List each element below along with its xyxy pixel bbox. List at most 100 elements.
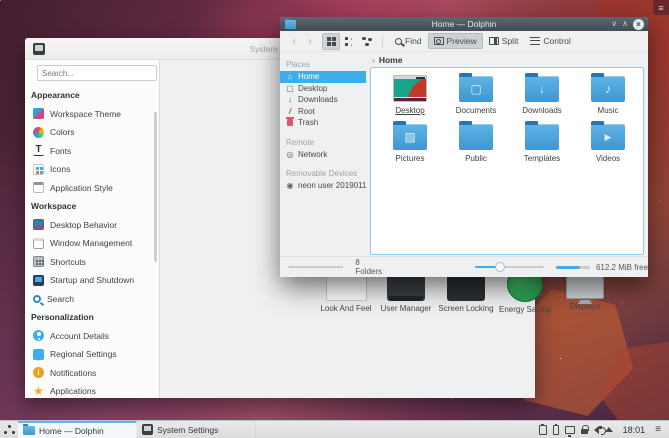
free-space-label: 612.2 MiB free bbox=[595, 262, 649, 272]
capacity-bar-fill bbox=[556, 265, 581, 269]
lock-icon[interactable] bbox=[580, 425, 589, 434]
statusbar-progress-track bbox=[288, 266, 344, 268]
folder-count: 8 Folders bbox=[355, 258, 383, 276]
removable-devices-header: Removable Devices bbox=[286, 169, 358, 178]
taskbar-item-system-settings[interactable]: System Settings bbox=[137, 421, 256, 438]
panel-settings-icon[interactable]: ≡ bbox=[655, 424, 664, 435]
root-icon: / bbox=[288, 106, 292, 116]
window-management-icon bbox=[33, 237, 44, 249]
places-item-root[interactable]: / Root bbox=[280, 106, 366, 118]
system-settings-app-icon bbox=[33, 42, 45, 55]
toolbar-separator bbox=[382, 34, 383, 48]
control-menu-icon bbox=[530, 37, 541, 45]
places-item-trash[interactable]: Trash bbox=[280, 117, 366, 129]
folder-videos[interactable]: ▶ Videos bbox=[577, 120, 639, 163]
folder-view[interactable]: Desktop ▢ Documents ↓ Downloads ♪ Music … bbox=[370, 67, 644, 255]
system-settings-sidebar: Appearance Workspace Theme Colors T Font… bbox=[25, 60, 160, 398]
account-details-icon bbox=[33, 330, 44, 342]
taskbar-item-dolphin[interactable]: Home — Dolphin bbox=[18, 421, 137, 438]
preview-icon bbox=[433, 37, 444, 45]
sidebar-item-shortcuts[interactable]: Shortcuts bbox=[25, 253, 159, 272]
taskbar: Home — Dolphin System Settings 18:01 ≡ bbox=[0, 420, 669, 438]
sidebar-item-icons[interactable]: Icons bbox=[25, 160, 159, 179]
control-button[interactable]: Control bbox=[524, 33, 576, 49]
folder-downloads[interactable]: ↓ Downloads bbox=[511, 72, 573, 115]
icons-icon bbox=[33, 163, 44, 175]
network-icon: ◎ bbox=[286, 149, 294, 159]
split-button[interactable]: Split bbox=[483, 33, 525, 49]
folder-desktop[interactable]: Desktop bbox=[379, 72, 441, 115]
clock[interactable]: 18:01 bbox=[619, 425, 650, 435]
app-launcher-button[interactable] bbox=[0, 421, 18, 438]
display-icon[interactable] bbox=[564, 425, 575, 437]
maximize-button[interactable]: ∧ bbox=[622, 19, 628, 29]
disc-icon: ◉ bbox=[286, 181, 294, 191]
view-details-button[interactable] bbox=[340, 33, 358, 50]
sidebar-item-fonts[interactable]: T Fonts bbox=[25, 142, 159, 161]
tray-expand-icon[interactable] bbox=[604, 427, 613, 432]
find-button[interactable]: Find bbox=[389, 33, 428, 49]
close-button[interactable]: × bbox=[633, 18, 644, 30]
videos-folder-icon: ▶ bbox=[591, 121, 625, 150]
volume-icon[interactable] bbox=[593, 425, 606, 435]
view-tree-button[interactable] bbox=[358, 33, 376, 50]
sidebar-item-workspace-theme[interactable]: Workspace Theme bbox=[25, 105, 159, 124]
battery-icon[interactable] bbox=[552, 423, 559, 435]
dolphin-task-icon bbox=[23, 424, 35, 435]
folder-public[interactable]: Public bbox=[445, 120, 507, 163]
documents-folder-icon: ▢ bbox=[459, 73, 493, 102]
section-header-appearance: Appearance bbox=[31, 90, 80, 101]
application-style-icon bbox=[33, 182, 44, 194]
zoom-slider-handle[interactable] bbox=[495, 262, 506, 272]
places-item-neon-user[interactable]: ◉ neon user 20190117-05:4 bbox=[280, 180, 367, 192]
icons-view-icon bbox=[326, 36, 336, 46]
places-header: Places bbox=[286, 60, 311, 69]
sidebar-item-account-details[interactable]: Account Details bbox=[25, 327, 159, 346]
sidebar-item-window-management[interactable]: Window Management bbox=[25, 234, 159, 253]
dolphin-statusbar: 8 Folders 612.2 MiB free bbox=[280, 256, 648, 277]
view-icons-button[interactable] bbox=[322, 32, 340, 50]
notifications-icon: i bbox=[33, 367, 44, 379]
fonts-icon: T bbox=[33, 145, 44, 157]
places-item-network[interactable]: ◎ Network bbox=[280, 149, 366, 161]
split-icon bbox=[488, 37, 499, 45]
sidebar-item-notifications[interactable]: i Notifications bbox=[25, 364, 159, 383]
sidebar-item-startup-shutdown[interactable]: Startup and Shutdown bbox=[25, 271, 159, 290]
preview-button[interactable]: Preview bbox=[427, 33, 483, 49]
sidebar-scrollbar[interactable] bbox=[154, 112, 157, 262]
desktop-folder-icon bbox=[393, 75, 427, 102]
window-title: Home — Dolphin bbox=[431, 19, 497, 29]
sidebar-item-regional-settings[interactable]: Regional Settings bbox=[25, 345, 159, 364]
places-item-downloads[interactable]: ↓ Downloads bbox=[280, 94, 366, 106]
sidebar-item-colors[interactable]: Colors bbox=[25, 123, 159, 142]
music-folder-icon: ♪ bbox=[591, 73, 625, 102]
regional-settings-icon bbox=[33, 348, 44, 361]
search-input[interactable] bbox=[37, 65, 157, 81]
breadcrumb[interactable]: › Home bbox=[372, 55, 402, 65]
places-item-desktop[interactable]: ▢ Desktop bbox=[280, 83, 366, 95]
sidebar-item-search[interactable]: Search bbox=[25, 290, 159, 309]
back-button[interactable]: ‹ bbox=[286, 34, 302, 48]
templates-folder-icon bbox=[525, 121, 559, 150]
desktop-behavior-icon bbox=[33, 219, 44, 231]
forward-button[interactable]: › bbox=[302, 34, 318, 48]
folder-pictures[interactable]: ▨ Pictures bbox=[379, 120, 441, 163]
search-module-icon bbox=[33, 294, 41, 303]
minimize-button[interactable]: ∨ bbox=[611, 19, 617, 29]
pictures-folder-icon: ▨ bbox=[393, 121, 427, 150]
zoom-slider[interactable] bbox=[475, 262, 545, 272]
capacity-bar bbox=[556, 265, 590, 269]
places-item-home[interactable]: ⌂ Home bbox=[280, 71, 366, 83]
sidebar-item-application-style[interactable]: Application Style bbox=[25, 179, 159, 198]
desktop-toolbox-icon[interactable]: ≡ bbox=[653, 0, 669, 15]
sidebar-item-applications[interactable]: ★ Applications bbox=[25, 382, 159, 401]
breadcrumb-chevron-icon: › bbox=[372, 55, 375, 65]
dolphin-titlebar[interactable]: Home — Dolphin ∨ ∧ × bbox=[280, 17, 648, 31]
folder-documents[interactable]: ▢ Documents bbox=[445, 72, 507, 115]
clipboard-icon[interactable] bbox=[538, 423, 547, 435]
applications-icon: ★ bbox=[33, 383, 44, 398]
sidebar-item-desktop-behavior[interactable]: Desktop Behavior bbox=[25, 216, 159, 235]
search-icon bbox=[395, 37, 402, 45]
folder-music[interactable]: ♪ Music bbox=[577, 72, 639, 115]
folder-templates[interactable]: Templates bbox=[511, 120, 573, 163]
